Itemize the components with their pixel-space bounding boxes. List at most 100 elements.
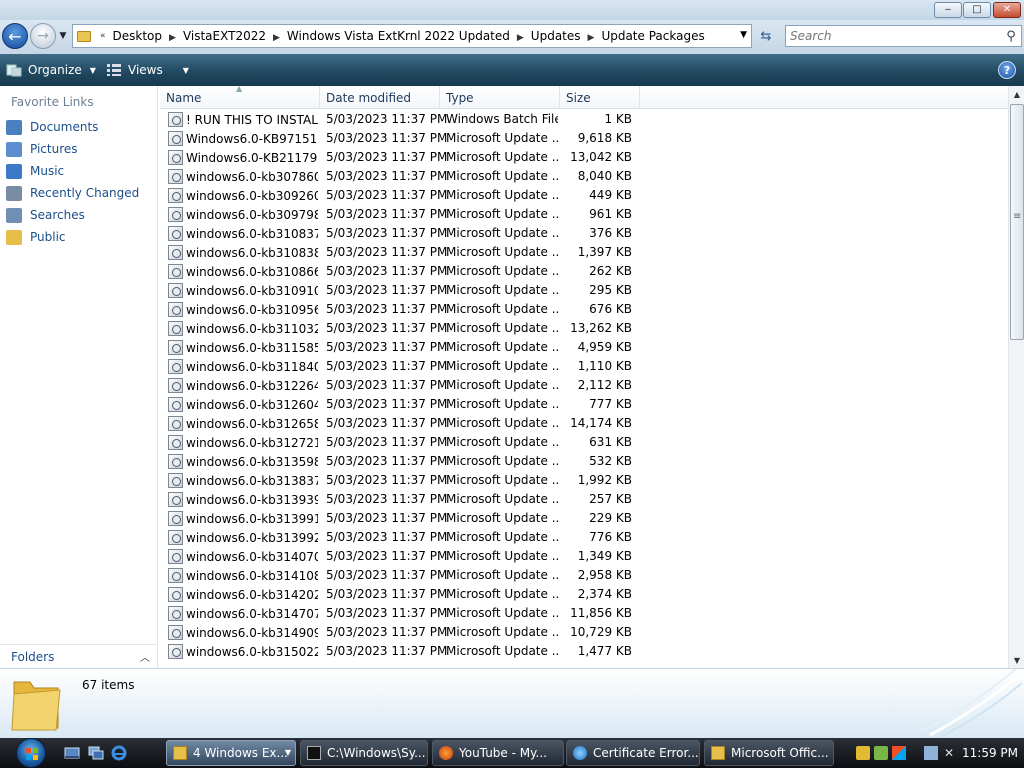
breadcrumb-separator-icon[interactable]: ▶ — [270, 33, 283, 43]
taskbar-button[interactable]: 4 Windows Ex... ▼ — [166, 740, 296, 766]
file-row[interactable]: windows6.0-kb312721... 5/03/2023 11:37 PM… — [160, 433, 1008, 452]
address-dropdown-icon[interactable]: ▼ — [740, 30, 747, 40]
column-header-date-modified[interactable]: Date modified — [320, 86, 440, 109]
file-type: Windows Batch File — [446, 112, 558, 126]
favorite-link-label: Music — [30, 164, 65, 178]
file-row[interactable]: windows6.0-kb311585... 5/03/2023 11:37 PM… — [160, 338, 1008, 357]
file-row[interactable]: windows6.0-kb310837... 5/03/2023 11:37 PM… — [160, 224, 1008, 243]
breadcrumb-separator-icon[interactable]: ▶ — [166, 33, 179, 43]
file-row[interactable]: windows6.0-kb309798... 5/03/2023 11:37 PM… — [160, 205, 1008, 224]
minimize-button[interactable]: ‒ — [934, 2, 962, 18]
file-row[interactable]: windows6.0-kb314202... 5/03/2023 11:37 PM… — [160, 585, 1008, 604]
file-row[interactable]: ! RUN THIS TO INSTAL... 5/03/2023 11:37 P… — [160, 110, 1008, 129]
breadcrumb-separator-icon[interactable]: ▶ — [514, 33, 527, 43]
search-icon[interactable]: ⚲ — [1001, 29, 1021, 44]
file-row[interactable]: windows6.0-kb309260... 5/03/2023 11:37 PM… — [160, 186, 1008, 205]
scroll-up-arrow-icon[interactable]: ▲ — [1009, 86, 1024, 102]
favorite-link-label: Searches — [30, 208, 85, 222]
favorite-link-searches[interactable]: Searches — [6, 205, 85, 225]
taskbar-button[interactable]: Microsoft Offic... — [704, 740, 834, 766]
tray-app-icon[interactable] — [874, 746, 888, 760]
favorite-link-documents[interactable]: Documents — [6, 117, 98, 137]
recent-pages-dropdown[interactable]: ▼ — [58, 28, 68, 44]
file-row[interactable]: windows6.0-kb311032... 5/03/2023 11:37 PM… — [160, 319, 1008, 338]
column-header-size[interactable]: Size — [560, 86, 640, 109]
file-row[interactable]: windows6.0-kb307860... 5/03/2023 11:37 PM… — [160, 167, 1008, 186]
network-icon[interactable] — [924, 746, 938, 760]
file-row[interactable]: windows6.0-kb310956... 5/03/2023 11:37 PM… — [160, 300, 1008, 319]
start-button[interactable] — [10, 738, 52, 768]
file-row[interactable]: windows6.0-kb311840... 5/03/2023 11:37 PM… — [160, 357, 1008, 376]
file-row[interactable]: windows6.0-kb313991... 5/03/2023 11:37 PM… — [160, 509, 1008, 528]
file-type: Microsoft Update ... — [446, 587, 558, 601]
favorite-link-music[interactable]: Music — [6, 161, 64, 181]
views-button[interactable]: Views ▼ — [106, 54, 189, 86]
switch-windows-icon[interactable] — [88, 745, 104, 761]
file-name-cell: windows6.0-kb307860... — [168, 167, 318, 186]
file-row[interactable]: windows6.0-kb313939... 5/03/2023 11:37 PM… — [160, 490, 1008, 509]
file-row[interactable]: windows6.0-kb315022... 5/03/2023 11:37 PM… — [160, 642, 1008, 661]
vertical-scrollbar[interactable]: ▲ ▼ — [1008, 86, 1024, 668]
search-input[interactable] — [786, 27, 1001, 45]
file-name: windows6.0-kb314070... — [186, 549, 318, 564]
file-row[interactable]: windows6.0-kb312658... 5/03/2023 11:37 PM… — [160, 414, 1008, 433]
column-header-name[interactable]: Name ▲ — [160, 86, 320, 109]
refresh-button[interactable]: ⇆ — [756, 26, 776, 46]
file-row[interactable]: windows6.0-kb314108... 5/03/2023 11:37 PM… — [160, 566, 1008, 585]
file-row[interactable]: windows6.0-kb313992... 5/03/2023 11:37 PM… — [160, 528, 1008, 547]
file-row[interactable]: windows6.0-kb310910... 5/03/2023 11:37 PM… — [160, 281, 1008, 300]
breadcrumb-item[interactable]: VistaEXT2022 — [179, 29, 270, 43]
overflow-chevron[interactable]: « — [97, 31, 109, 41]
file-name-cell: windows6.0-kb312264... — [168, 376, 318, 395]
file-row[interactable]: Windows6.0-KB211791... 5/03/2023 11:37 PM… — [160, 148, 1008, 167]
file-type: Microsoft Update ... — [446, 435, 558, 449]
breadcrumb-item[interactable]: Updates — [527, 29, 585, 43]
address-bar[interactable]: « Desktop ▶ VistaEXT2022 ▶ Windows Vista Ext… — [72, 24, 752, 48]
breadcrumb-item[interactable]: Desktop — [109, 29, 167, 43]
file-size: 1,477 KB — [577, 644, 632, 658]
file-row[interactable]: windows6.0-kb314909... 5/03/2023 11:37 PM… — [160, 623, 1008, 642]
column-header-label: Name — [166, 90, 202, 105]
scroll-down-arrow-icon[interactable]: ▼ — [1009, 652, 1024, 668]
show-desktop-icon[interactable] — [64, 745, 80, 761]
back-button[interactable]: ← — [2, 23, 28, 49]
file-row[interactable]: windows6.0-kb312604... 5/03/2023 11:37 PM… — [160, 395, 1008, 414]
file-row[interactable]: Windows6.0-KB971512... 5/03/2023 11:37 PM… — [160, 129, 1008, 148]
internet-explorer-icon[interactable] — [111, 745, 127, 761]
volume-muted-icon[interactable]: ✕ — [942, 746, 956, 760]
help-button[interactable]: ? — [998, 61, 1016, 79]
taskbar-button[interactable]: Certificate Error... — [566, 740, 700, 766]
favorite-link-recently-changed[interactable]: Recently Changed — [6, 183, 139, 203]
forward-button[interactable]: → — [30, 23, 56, 49]
maximize-button[interactable]: □ — [963, 2, 991, 18]
taskbar-button[interactable]: YouTube - My... — [432, 740, 564, 766]
security-shield-icon[interactable] — [856, 746, 870, 760]
update-package-icon — [168, 378, 183, 393]
search-box[interactable]: ⚲ — [785, 25, 1022, 47]
clock[interactable]: 11:59 PM — [962, 738, 1018, 768]
file-name-cell: windows6.0-kb314909... — [168, 623, 318, 642]
file-row[interactable]: windows6.0-kb314070... 5/03/2023 11:37 PM… — [160, 547, 1008, 566]
breadcrumb-separator-icon[interactable]: ▶ — [585, 33, 598, 43]
favorite-link-pictures[interactable]: Pictures — [6, 139, 78, 159]
folders-toggle[interactable]: Folders ︿ — [0, 644, 158, 668]
update-package-icon — [168, 131, 183, 146]
windows-update-icon[interactable] — [892, 746, 906, 760]
file-row[interactable]: windows6.0-kb313837... 5/03/2023 11:37 PM… — [160, 471, 1008, 490]
title-bar: ‒ □ ✕ — [0, 0, 1024, 20]
file-row[interactable]: windows6.0-kb312264... 5/03/2023 11:37 PM… — [160, 376, 1008, 395]
file-row[interactable]: windows6.0-kb314707... 5/03/2023 11:37 PM… — [160, 604, 1008, 623]
file-row[interactable]: windows6.0-kb310866... 5/03/2023 11:37 PM… — [160, 262, 1008, 281]
favorite-link-public[interactable]: Public — [6, 227, 66, 247]
file-name: windows6.0-kb310866... — [186, 264, 318, 279]
scroll-thumb[interactable] — [1010, 104, 1024, 340]
column-header-type[interactable]: Type — [440, 86, 560, 109]
breadcrumb-item[interactable]: Update Packages — [597, 29, 708, 43]
organize-button[interactable]: Organize ▼ — [6, 54, 96, 86]
file-row[interactable]: windows6.0-kb313598... 5/03/2023 11:37 PM… — [160, 452, 1008, 471]
taskbar-button[interactable]: C:\Windows\Sy... — [300, 740, 428, 766]
searches-icon — [6, 207, 22, 223]
file-row[interactable]: windows6.0-kb310838... 5/03/2023 11:37 PM… — [160, 243, 1008, 262]
close-button[interactable]: ✕ — [993, 2, 1021, 18]
breadcrumb-item[interactable]: Windows Vista ExtKrnl 2022 Updated — [283, 29, 514, 43]
